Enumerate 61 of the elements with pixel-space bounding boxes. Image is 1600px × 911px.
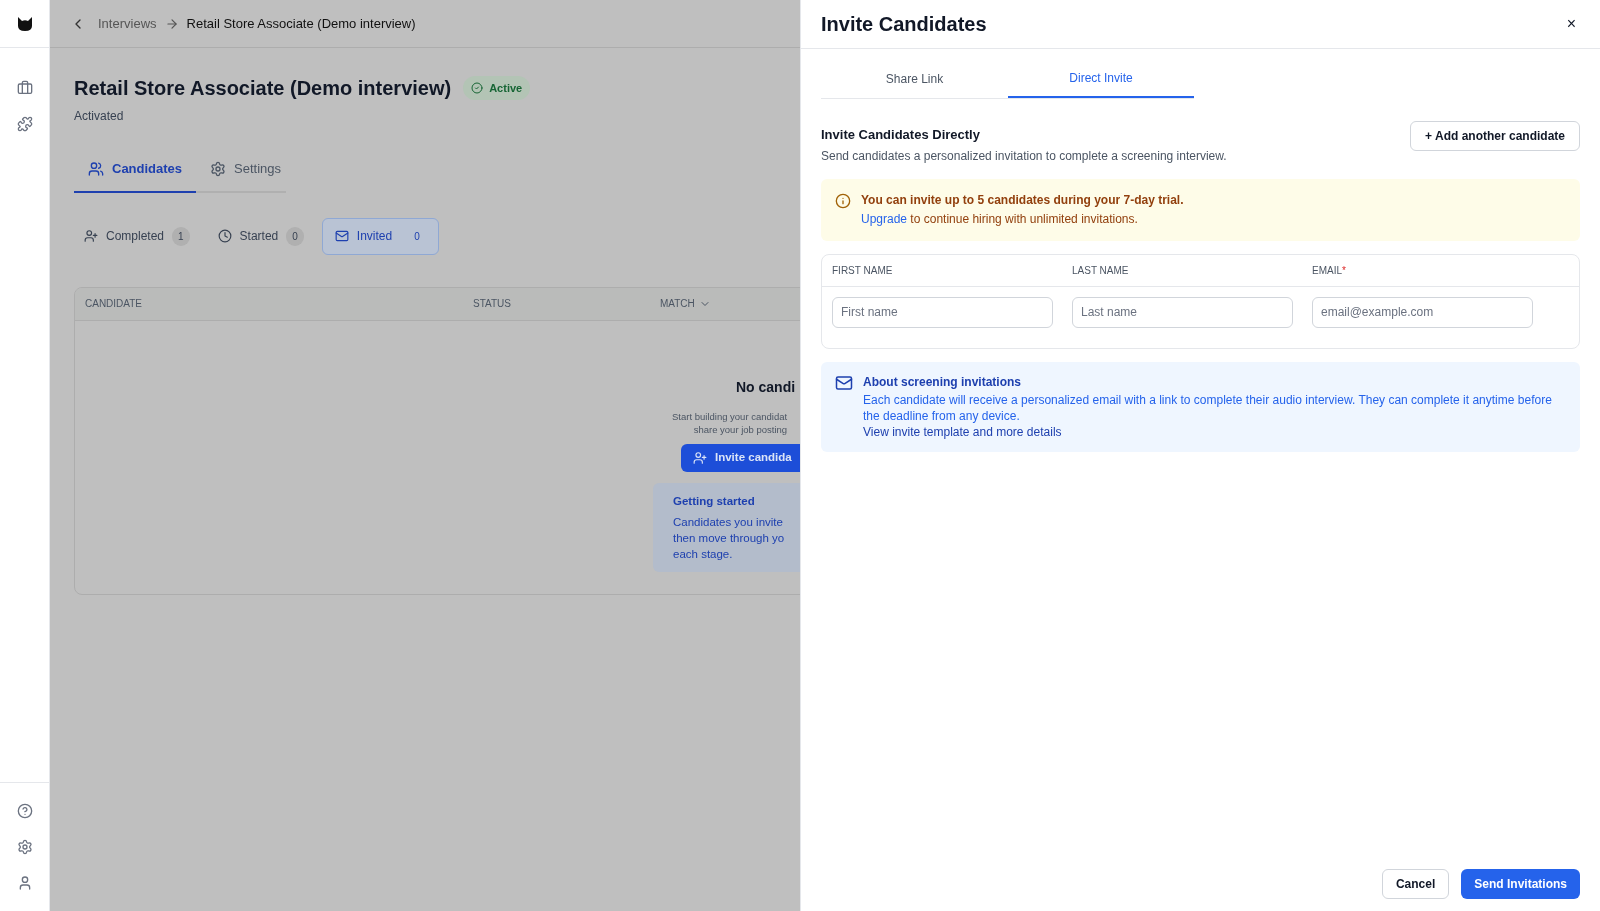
count-badge: 1	[172, 226, 190, 246]
section-description: Send candidates a personalized invitation to complete a screening interview.	[821, 147, 1227, 165]
mail-icon	[334, 229, 349, 243]
check-icon	[471, 82, 484, 94]
person-add-icon	[84, 229, 98, 243]
help-icon[interactable]	[16, 803, 33, 819]
column-header: EMAIL*	[1312, 262, 1347, 278]
filter-button[interactable]: Invited 0	[321, 217, 439, 255]
tab[interactable]: Share Link	[821, 60, 1008, 98]
invite-button[interactable]: Invite candida	[681, 443, 800, 472]
add-candidate-button[interactable]: + Add another candidate	[1410, 121, 1580, 151]
notice-text: You can invite up to 5 candidates during your 7-day trial.	[861, 191, 1184, 209]
settings-icon	[210, 160, 227, 177]
column-header: LAST NAME	[1072, 263, 1130, 278]
clock-icon	[217, 229, 232, 243]
input-field[interactable]: email@example.com	[1312, 296, 1533, 328]
tab[interactable]: Direct Invite	[1008, 60, 1194, 98]
puzzle-icon[interactable]	[16, 116, 33, 132]
empty-text: share your job posting	[693, 422, 788, 436]
tip-text: each stage.	[673, 546, 734, 562]
count-badge: 0	[286, 226, 304, 246]
info-icon	[835, 192, 851, 209]
input-field[interactable]: First name	[832, 296, 1053, 328]
drawer-title: Invite Candidates	[821, 12, 987, 37]
people-icon	[88, 160, 104, 177]
status-badge: Active	[463, 75, 531, 101]
breadcrumb-current: Retail Store Associate (Demo interview)	[186, 14, 416, 33]
count-label: 0	[413, 229, 421, 244]
tip-text: Candidates you invite	[673, 514, 784, 530]
section-heading: Invite Candidates Directly	[821, 126, 981, 144]
tab[interactable]: Settings	[196, 155, 296, 191]
empty-title: No candi	[736, 377, 796, 397]
arrow-icon	[164, 16, 179, 31]
info-title: About screening invitations	[863, 373, 1022, 390]
cancel-button[interactable]: Cancel	[1381, 869, 1450, 899]
briefcase-icon[interactable]	[16, 80, 33, 96]
filter-button[interactable]: Started 0	[207, 217, 314, 255]
page-subtitle: Activated	[74, 108, 125, 125]
upgrade-link[interactable]: Upgrade	[861, 211, 908, 226]
settings-icon[interactable]	[16, 839, 33, 855]
empty-text: Start building your candidat	[672, 409, 788, 423]
close-button[interactable]: ×	[1562, 12, 1580, 36]
page-title: Retail Store Associate (Demo interview)	[74, 76, 452, 101]
tip-text: then move through yo	[673, 530, 786, 546]
logo-icon[interactable]	[16, 15, 33, 32]
column-header: CANDIDATE	[84, 297, 144, 311]
column-header: FIRST NAME	[832, 263, 894, 278]
required-mark: *	[1342, 263, 1346, 278]
person-add-icon	[693, 450, 707, 465]
input-field[interactable]: Last name	[1072, 296, 1293, 328]
tip-title: Getting started	[673, 493, 756, 509]
column-header[interactable]: MATCH	[660, 296, 711, 311]
notice-text: Upgrade to continue hiring with unlimited invitations.	[861, 210, 1139, 228]
column-header: STATUS	[473, 297, 512, 311]
info-text: Each candidate will receive a personalized email with a link to complete their audio interview. They can complete it anytime before the deadline from any device.	[863, 391, 1553, 424]
mail-icon	[835, 373, 853, 392]
breadcrumb-link[interactable]: Interviews	[98, 13, 157, 34]
filter-button[interactable]: Completed 1	[74, 217, 200, 255]
tab[interactable]: Candidates	[74, 155, 197, 193]
send-invitations-button[interactable]: Send Invitations	[1461, 869, 1580, 899]
template-link[interactable]: View invite template and more details	[863, 423, 1566, 440]
